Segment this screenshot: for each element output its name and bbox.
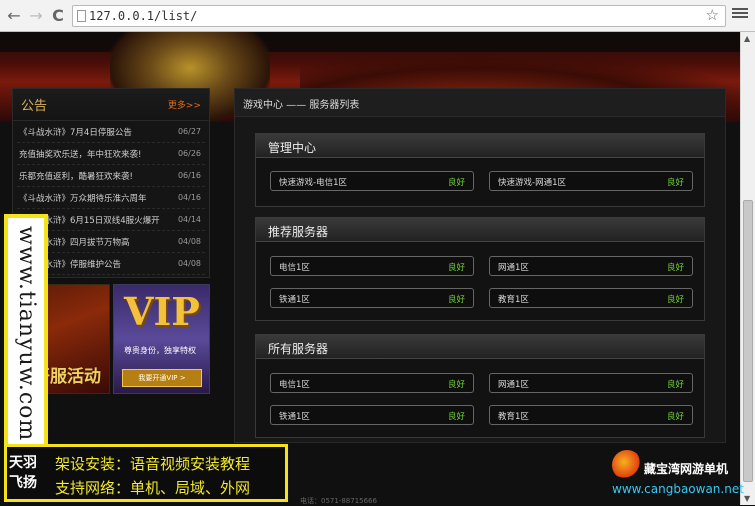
server-status: 良好 (666, 178, 684, 188)
notice-item-text: 《斗战水浒》7月4日停服公告 (19, 128, 132, 138)
scroll-up-icon[interactable]: ▲ (744, 34, 750, 43)
server-name: 教育1区 (498, 295, 529, 305)
server-name: 电信1区 (279, 380, 310, 390)
notice-header: 公告 更多>> (13, 89, 209, 121)
server-name: 电信1区 (279, 263, 310, 273)
server-button[interactable]: 网通1区 良好 (489, 373, 693, 393)
notice-item-date: 06/27 (177, 127, 201, 136)
watermark-line2: 支持网络：单机、局域、外网 (55, 479, 251, 497)
cangbaowan-url: www.cangbaowan.net (612, 482, 744, 496)
server-name: 教育1区 (498, 412, 529, 422)
address-bar[interactable]: 127.0.0.1/list/ ☆ (72, 5, 726, 27)
server-name: 网通1区 (498, 263, 529, 273)
menu-icon[interactable] (732, 6, 748, 22)
server-button[interactable]: 快速游戏-网通1区 良好 (489, 171, 693, 191)
server-name: 快速游戏-网通1区 (498, 178, 566, 188)
notice-item-text: 充值抽奖欢乐送，年中狂欢来袭! (19, 150, 142, 160)
vip-promo[interactable]: VIP 尊贵身份，独享特权 我要开通VIP > (113, 284, 210, 394)
notice-item-date: 04/08 (177, 259, 201, 268)
notice-item[interactable]: 《斗战水浒》7月4日停服公告 06/27 (17, 121, 205, 143)
notice-item-date: 06/26 (177, 149, 201, 158)
notice-item-date: 06/16 (177, 171, 201, 180)
server-name: 铁通1区 (279, 295, 310, 305)
notice-item[interactable]: 乐都充值返利，酷暑狂欢来袭! 06/16 (17, 165, 205, 187)
notice-item-date: 04/08 (177, 237, 201, 246)
server-button[interactable]: 快速游戏-电信1区 良好 (270, 171, 474, 191)
server-status: 良好 (447, 380, 465, 390)
side-watermark: www.tianyuw.com (4, 214, 48, 451)
server-list-panel: 游戏中心 —— 服务器列表 管理中心 快速游戏-电信1区 良好 快速游戏-网通1区… (234, 88, 726, 443)
cangbaowan-name: 藏宝湾网游单机 (644, 462, 729, 476)
server-button[interactable]: 教育1区 良好 (489, 405, 693, 425)
section-all-servers: 所有服务器 电信1区 良好 网通1区 良好 铁通1区 良好 教育1区 良好 (255, 334, 705, 438)
server-button[interactable]: 电信1区 良好 (270, 256, 474, 276)
server-status: 良好 (447, 412, 465, 422)
forward-button[interactable]: → (26, 6, 46, 26)
cangbaowan-logo-icon (612, 450, 642, 480)
back-button[interactable]: ← (4, 6, 24, 26)
scrollbar-thumb[interactable] (743, 200, 753, 482)
server-status: 良好 (666, 295, 684, 305)
watermark-line1: 架设安装：语音视频安装教程 (55, 455, 251, 473)
server-status: 良好 (447, 295, 465, 305)
server-button[interactable]: 教育1区 良好 (489, 288, 693, 308)
server-status: 良好 (447, 178, 465, 188)
page-icon (77, 10, 86, 22)
server-button[interactable]: 铁通1区 良好 (270, 288, 474, 308)
section-title: 所有服务器 (268, 342, 329, 356)
server-button[interactable]: 铁通1区 良好 (270, 405, 474, 425)
watermark-logo: 天羽飞扬 (9, 455, 37, 491)
server-name: 网通1区 (498, 380, 529, 390)
server-button[interactable]: 电信1区 良好 (270, 373, 474, 393)
server-status: 良好 (666, 263, 684, 273)
bookmark-star-icon[interactable]: ☆ (706, 6, 719, 24)
server-list-header: 游戏中心 —— 服务器列表 (235, 89, 725, 117)
server-button[interactable]: 网通1区 良好 (489, 256, 693, 276)
watermark-url: www.tianyuw.com (14, 226, 39, 442)
page-title: 游戏中心 —— 服务器列表 (243, 100, 360, 111)
server-status: 良好 (447, 263, 465, 273)
more-link[interactable]: 更多>> (168, 98, 201, 111)
section-title: 管理中心 (268, 141, 317, 155)
section-admin: 管理中心 快速游戏-电信1区 良好 快速游戏-网通1区 良好 (255, 133, 705, 207)
server-status: 良好 (666, 380, 684, 390)
reload-button[interactable]: C (48, 6, 68, 26)
notice-item-text: 《斗战水浒》万众期待乐淮六周年 (19, 194, 147, 204)
notice-title: 公告 (21, 99, 48, 114)
vip-title: VIP (124, 289, 200, 334)
open-vip-button[interactable]: 我要开通VIP > (122, 369, 202, 387)
section-title: 推荐服务器 (268, 225, 329, 239)
section-recommended: 推荐服务器 电信1区 良好 网通1区 良好 铁通1区 良好 教育1区 良好 (255, 217, 705, 321)
server-status: 良好 (666, 412, 684, 422)
server-name: 快速游戏-电信1区 (279, 178, 347, 188)
cangbaowan-watermark: 藏宝湾网游单机 www.cangbaowan.net (610, 450, 750, 502)
notice-item[interactable]: 《斗战水浒》万众期待乐淮六周年 04/16 (17, 187, 205, 209)
bottom-watermark: 天羽飞扬 架设安装：语音视频安装教程 支持网络：单机、局域、外网 (4, 444, 288, 502)
notice-item-date: 04/14 (177, 215, 201, 224)
notice-item-date: 04/16 (177, 193, 201, 202)
url-text: 127.0.0.1/list/ (89, 9, 198, 23)
page-viewport: 公告 更多>> 《斗战水浒》7月4日停服公告 06/27 充值抽奖欢乐送，年中狂欢… (0, 32, 740, 505)
vip-subtitle: 尊贵身份，独享特权 (124, 346, 196, 355)
browser-toolbar: ← → C 127.0.0.1/list/ ☆ (0, 0, 755, 32)
notice-item[interactable]: 充值抽奖欢乐送，年中狂欢来袭! 06/26 (17, 143, 205, 165)
server-name: 铁通1区 (279, 412, 310, 422)
notice-item-text: 乐都充值返利，酷暑狂欢来袭! (19, 172, 133, 182)
vertical-scrollbar[interactable]: ▲ ▼ (740, 32, 755, 505)
